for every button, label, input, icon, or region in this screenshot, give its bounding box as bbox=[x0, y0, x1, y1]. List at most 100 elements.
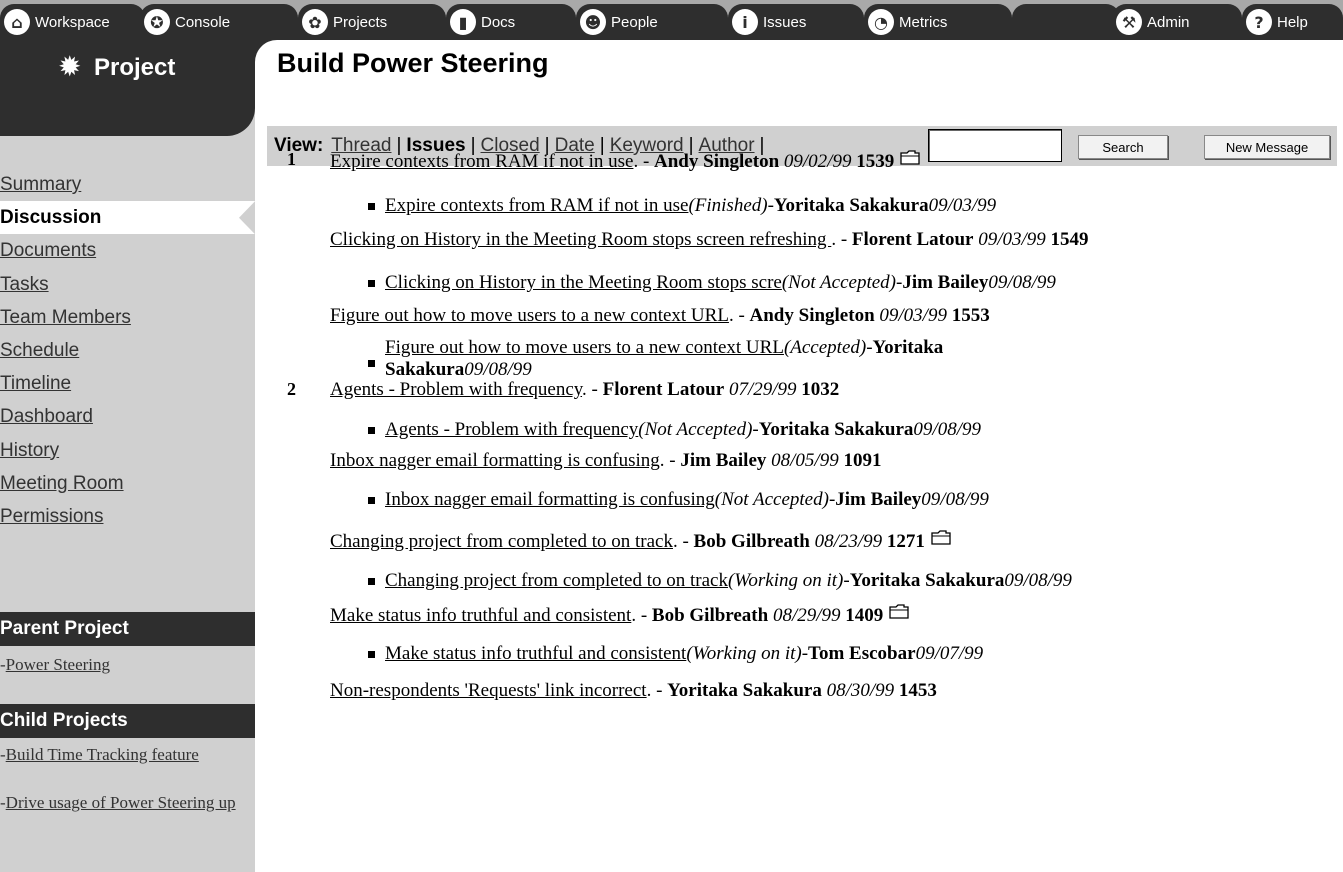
thread-date: 07/29/99 bbox=[728, 379, 797, 400]
reply-date: 09/07/99 bbox=[915, 643, 984, 664]
thread-author: Bob Gilbreath bbox=[651, 605, 769, 626]
reply-row: Expire contexts from RAM if not in use(F… bbox=[368, 195, 996, 217]
thread-title-link[interactable]: Figure out how to move users to a new co… bbox=[330, 305, 729, 326]
child-project-link-text[interactable]: Build Time Tracking feature bbox=[6, 745, 199, 764]
sidebar-item-discussion[interactable]: Discussion bbox=[0, 201, 255, 235]
thread-id: 1549 bbox=[1050, 229, 1089, 250]
reply-title-link[interactable]: Expire contexts from RAM if not in use bbox=[385, 195, 688, 216]
tab-label: Admin bbox=[1147, 13, 1190, 31]
reply-row: Inbox nagger email formatting is confusi… bbox=[368, 489, 989, 511]
sidebar-item-label: Discussion bbox=[0, 207, 102, 229]
parent-project-link-text[interactable]: Power Steering bbox=[6, 655, 110, 674]
child-projects-heading-text: Child Projects bbox=[0, 710, 128, 731]
tab-label: Issues bbox=[763, 13, 807, 31]
sidebar-item-dashboard[interactable]: Dashboard bbox=[0, 400, 255, 433]
sidebar-item-team-members[interactable]: Team Members bbox=[0, 301, 255, 334]
tab-issues[interactable]: i Issues bbox=[728, 4, 864, 40]
sidebar-item-label[interactable]: Team Members bbox=[0, 307, 131, 328]
child-project-link[interactable]: -Build Time Tracking feature bbox=[0, 744, 250, 766]
sidebar-item-history[interactable]: History bbox=[0, 434, 255, 467]
thread-title-link[interactable]: Agents - Problem with frequency bbox=[330, 379, 582, 400]
sidebar-item-tasks[interactable]: Tasks bbox=[0, 268, 255, 301]
reply-status: (Accepted) bbox=[783, 337, 867, 358]
tab-people[interactable]: ☻ People bbox=[576, 4, 728, 40]
docs-icon: ▮ bbox=[450, 9, 476, 35]
sidebar-item-label[interactable]: Tasks bbox=[0, 274, 49, 295]
thread-date: 08/23/99 bbox=[814, 531, 883, 552]
reply-title-link[interactable]: Clicking on History in the Meeting Room … bbox=[385, 272, 782, 293]
reply-date: 09/08/99 bbox=[921, 489, 989, 510]
tab-label: Console bbox=[175, 13, 231, 31]
thread-id: 1553 bbox=[951, 305, 990, 326]
thread-title-link[interactable]: Make status info truthful and consistent bbox=[330, 605, 631, 626]
thread-title-link[interactable]: Expire contexts from RAM if not in use bbox=[330, 151, 633, 172]
sidebar-item-label[interactable]: Summary bbox=[0, 174, 81, 195]
sidebar-item-documents[interactable]: Documents bbox=[0, 234, 255, 267]
search-input[interactable] bbox=[928, 129, 1062, 162]
reply-title-link[interactable]: Agents - Problem with frequency bbox=[385, 419, 638, 440]
reply-text: Clicking on History in the Meeting Room … bbox=[385, 272, 1056, 293]
tab-projects[interactable]: ✿ Projects bbox=[298, 4, 446, 40]
thread-date: 09/02/99 bbox=[783, 151, 852, 172]
sidebar-item-permissions[interactable]: Permissions bbox=[0, 500, 255, 533]
sidebar-item-label[interactable]: Timeline bbox=[0, 373, 71, 394]
reply-bullet bbox=[368, 427, 375, 434]
reply-text: Make status info truthful and consistent… bbox=[385, 643, 984, 664]
parent-project-link[interactable]: -Power Steering bbox=[0, 654, 255, 676]
thread-date: 09/03/99 bbox=[978, 229, 1046, 250]
child-project-link[interactable]: -Drive usage of Power Steering up bbox=[0, 792, 250, 814]
thread-title-link[interactable]: Changing project from completed to on tr… bbox=[330, 531, 673, 552]
main-content: Build Power Steering View: Thread | Issue… bbox=[255, 40, 1343, 872]
attachment-folder-icon[interactable] bbox=[900, 149, 920, 165]
reply-title-link[interactable]: Inbox nagger email formatting is confusi… bbox=[385, 489, 715, 510]
sidebar-item-label[interactable]: Meeting Room bbox=[0, 473, 124, 494]
reply-author: Yoritaka Sakakura bbox=[758, 419, 914, 440]
sidebar-item-label[interactable]: Schedule bbox=[0, 340, 79, 361]
page-title: Build Power Steering bbox=[277, 48, 549, 78]
sidebar-nav: Summary Discussion Documents Tasks Team … bbox=[0, 168, 255, 533]
parent-project-heading-text: Parent Project bbox=[0, 618, 129, 639]
thread-title-link[interactable]: Non-respondents 'Requests' link incorrec… bbox=[330, 680, 647, 701]
sidebar-item-label[interactable]: Dashboard bbox=[0, 406, 93, 427]
sidebar-item-timeline[interactable]: Timeline bbox=[0, 367, 255, 400]
search-button-label: Search bbox=[1102, 139, 1144, 155]
sidebar-item-schedule[interactable]: Schedule bbox=[0, 334, 255, 367]
tab-console[interactable]: ✪ Console bbox=[140, 4, 298, 40]
reply-date: 09/08/99 bbox=[913, 419, 981, 440]
gear-icon: ✹ bbox=[58, 50, 82, 83]
thread-title-link[interactable]: Clicking on History in the Meeting Room … bbox=[330, 229, 831, 250]
thread-date: 08/05/99 bbox=[771, 450, 839, 471]
tab-help[interactable]: ? Help bbox=[1242, 4, 1343, 40]
tab-workspace[interactable]: ⌂ Workspace bbox=[0, 4, 145, 40]
thread-author: Jim Bailey bbox=[680, 450, 767, 471]
sidebar-item-label[interactable]: Documents bbox=[0, 240, 96, 261]
thread-row: Changing project from completed to on tr… bbox=[330, 529, 951, 553]
reply-bullet bbox=[368, 578, 375, 585]
info-icon: i bbox=[732, 9, 758, 35]
new-message-button[interactable]: New Message bbox=[1204, 135, 1330, 159]
tab-admin[interactable]: ⚒ Admin bbox=[1112, 4, 1242, 40]
tab-metrics[interactable]: ◔ Metrics bbox=[864, 4, 1012, 40]
reply-bullet bbox=[368, 280, 375, 287]
tab-docs[interactable]: ▮ Docs bbox=[446, 4, 576, 40]
reply-title-link[interactable]: Figure out how to move users to a new co… bbox=[385, 337, 784, 358]
thread-title-link[interactable]: Inbox nagger email formatting is confusi… bbox=[330, 450, 660, 471]
reply-date: 09/08/99 bbox=[1004, 570, 1072, 591]
reply-bullet bbox=[368, 203, 375, 210]
reply-status: (Finished) bbox=[688, 195, 768, 216]
thread-author: Andy Singleton bbox=[749, 305, 875, 326]
reply-text: Figure out how to move users to a new co… bbox=[385, 337, 944, 380]
thread-id: 1453 bbox=[898, 680, 937, 701]
child-project-link-text[interactable]: Drive usage of Power Steering up bbox=[6, 793, 236, 812]
reply-title-link[interactable]: Changing project from completed to on tr… bbox=[385, 570, 728, 591]
child-projects-heading: Child Projects bbox=[0, 704, 255, 738]
attachment-folder-icon[interactable] bbox=[889, 603, 909, 619]
sidebar-item-label[interactable]: History bbox=[0, 440, 59, 461]
active-pointer bbox=[239, 201, 255, 235]
sidebar-item-meeting-room[interactable]: Meeting Room bbox=[0, 467, 255, 500]
attachment-folder-icon[interactable] bbox=[931, 529, 951, 545]
sidebar-item-summary[interactable]: Summary bbox=[0, 168, 255, 201]
sidebar-item-label[interactable]: Permissions bbox=[0, 506, 103, 527]
reply-title-link[interactable]: Make status info truthful and consistent bbox=[385, 643, 686, 664]
search-button[interactable]: Search bbox=[1078, 135, 1168, 159]
